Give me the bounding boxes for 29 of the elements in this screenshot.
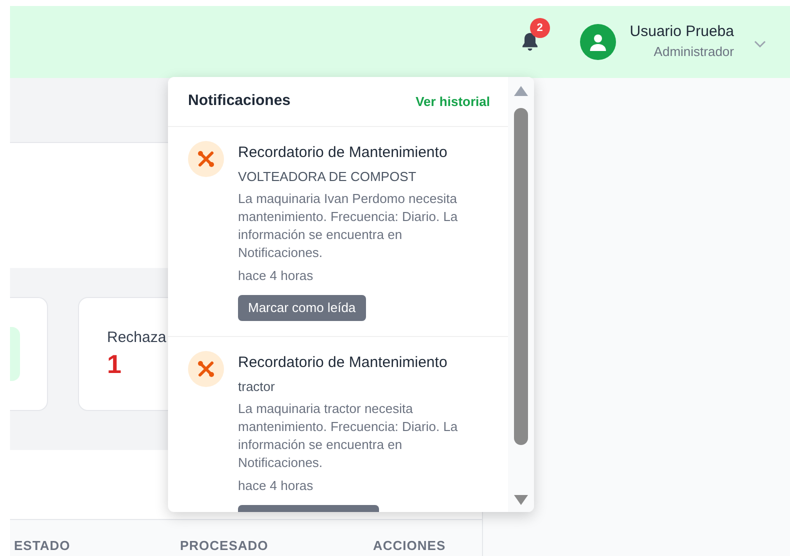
status-pill: [10, 327, 20, 381]
user-icon: [590, 34, 606, 50]
notification-title: Recordatorio de Mantenimiento: [238, 143, 448, 163]
dropdown-title: Notificaciones: [188, 91, 291, 112]
chevron-down-icon[interactable]: [754, 40, 766, 48]
notification-time: hace 4 horas: [238, 477, 314, 495]
notification-message: La maquinaria tractor necesita mantenimiento. Frecuencia: Diario. La información se encuentra en Notificaciones.: [238, 400, 459, 472]
bell-icon: [520, 32, 539, 52]
scrollbar-thumb[interactable]: [514, 108, 528, 445]
scroll-down-icon[interactable]: [513, 494, 529, 506]
card-value: 1: [107, 348, 122, 380]
column-header: ESTADO: [14, 537, 70, 555]
history-link[interactable]: Ver historial: [416, 92, 490, 112]
notification-time: hace 4 horas: [238, 267, 314, 285]
notification-subject: VOLTEADORA DE COMPOST: [238, 168, 418, 186]
tools-icon: [197, 150, 215, 168]
notification-message: La maquinaria Ivan Perdomo necesita mantenimiento. Frecuencia: Diario. La información se encuentra en Notificaciones.: [238, 190, 459, 262]
notification-title: Recordatorio de Mantenimiento: [238, 353, 448, 373]
notification-count-badge: 2: [530, 18, 550, 38]
user-name: Usuario Prueba: [630, 22, 734, 42]
column-header: PROCESADO: [180, 537, 268, 555]
column-header: ACCIONES: [373, 537, 446, 555]
tools-icon: [197, 360, 215, 378]
user-role: Administrador: [654, 43, 734, 61]
notification-subject: tractor: [238, 378, 276, 396]
scroll-up-icon[interactable]: [513, 85, 529, 97]
card-label: Rechaza: [107, 328, 168, 348]
mark-read-button[interactable]: Marcar como leída: [238, 295, 366, 321]
scrollbar[interactable]: [508, 77, 534, 512]
